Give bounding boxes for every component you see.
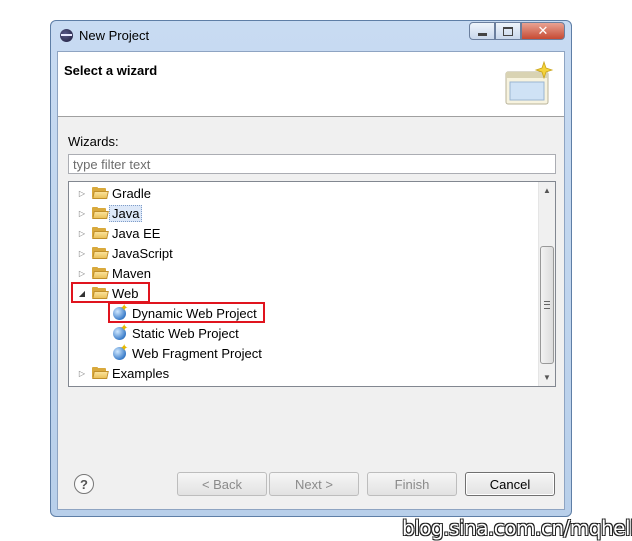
folder-icon [92, 267, 109, 279]
grip-icon [544, 301, 550, 309]
close-button[interactable]: ✕ [521, 22, 565, 40]
tree-item-label: Web Fragment Project [132, 345, 262, 361]
expand-arrow-icon[interactable]: ▷ [77, 208, 87, 218]
tree-item-javascript[interactable]: ▷ JavaScript [77, 243, 173, 263]
tree-item-java[interactable]: ▷ Java [77, 203, 143, 223]
folder-icon [92, 187, 109, 199]
finish-button[interactable]: Finish [367, 472, 457, 496]
folder-icon [92, 207, 109, 219]
window-controls: ✕ [469, 22, 565, 40]
web-project-icon: ✦ [112, 323, 128, 341]
wizard-banner: Select a wizard [58, 52, 564, 117]
scroll-down-arrow-icon[interactable]: ▼ [539, 369, 555, 386]
tree-item-gradle[interactable]: ▷ Gradle [77, 183, 151, 203]
folder-icon [92, 227, 109, 239]
watermark-text: blog.sina.com.cn/mqhello [402, 516, 632, 540]
expand-arrow-icon[interactable]: ▷ [77, 368, 87, 378]
expand-arrow-icon[interactable]: ▷ [77, 228, 87, 238]
tree-item-label: Static Web Project [132, 325, 239, 341]
maximize-icon [503, 26, 513, 36]
wizards-label: Wizards: [68, 134, 119, 149]
tree-item-static-web-project[interactable]: ✦ Static Web Project [112, 323, 239, 343]
maximize-button[interactable] [495, 22, 521, 40]
dialog-body: Select a wizard Wizards: ▷ Gradle ▷ Java [57, 51, 565, 510]
wizard-tree: ▷ Gradle ▷ Java ▷ Java EE ▷ JavaScript ▷ [68, 181, 556, 387]
folder-icon [92, 367, 109, 379]
new-project-dialog: New Project ✕ Select a wizard Wizards: ▷… [50, 20, 572, 517]
filter-input[interactable] [68, 154, 556, 174]
eclipse-icon [60, 29, 73, 42]
tree-item-label: Maven [112, 265, 152, 281]
window-title: New Project [79, 28, 150, 43]
tree-item-label: Java [109, 204, 143, 222]
expand-arrow-icon[interactable]: ▷ [77, 268, 87, 278]
back-button[interactable]: < Back [177, 472, 267, 496]
minimize-icon [477, 32, 487, 36]
banner-title: Select a wizard [64, 63, 158, 78]
expand-arrow-icon[interactable]: ▷ [77, 248, 87, 258]
highlight-box-dynamic-web-project [108, 302, 265, 323]
next-button[interactable]: Next > [269, 472, 359, 496]
tree-item-label: Java EE [112, 225, 161, 241]
scroll-up-arrow-icon[interactable]: ▲ [539, 182, 555, 199]
tree-item-label: JavaScript [112, 245, 173, 261]
folder-icon [92, 247, 109, 259]
tree-item-label: Examples [112, 365, 170, 381]
tree-item-label: Gradle [112, 185, 152, 201]
tree-item-maven[interactable]: ▷ Maven [77, 263, 151, 283]
tree-scrollbar[interactable]: ▲ ▼ [538, 182, 555, 386]
cancel-button[interactable]: Cancel [465, 472, 555, 496]
web-fragment-icon: ✦ [112, 343, 128, 361]
expand-arrow-icon[interactable]: ▷ [77, 188, 87, 198]
minimize-button[interactable] [469, 22, 495, 40]
highlight-box-web [71, 282, 150, 303]
close-icon: ✕ [537, 23, 549, 38]
tree-item-java-ee[interactable]: ▷ Java EE [77, 223, 161, 243]
wizard-banner-icon [505, 60, 554, 105]
scroll-thumb[interactable] [540, 246, 554, 364]
help-button[interactable]: ? [74, 474, 94, 494]
tree-item-web-fragment-project[interactable]: ✦ Web Fragment Project [112, 343, 262, 363]
title-bar[interactable]: New Project ✕ [51, 21, 571, 51]
tree-item-examples[interactable]: ▷ Examples [77, 363, 169, 383]
